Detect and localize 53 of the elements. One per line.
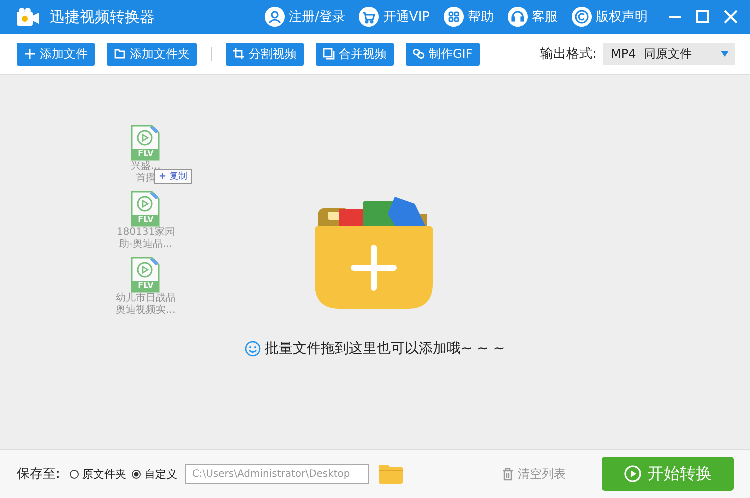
toolbar-button[interactable]: 制作GIF	[406, 42, 480, 66]
format-dropdown[interactable]: MP4 同原文件	[603, 43, 735, 65]
header-link[interactable]: 客服	[508, 7, 558, 27]
file-name: 助-奥迪品...	[119, 239, 173, 251]
radio-label: 原文件夹	[82, 466, 126, 482]
file-type-label: FLV	[138, 215, 154, 224]
toolbar-button[interactable]: 合并视频	[316, 42, 394, 66]
dropdown-arrow-icon	[721, 51, 729, 57]
output-format-label: 输出格式:	[540, 46, 597, 63]
grid-icon	[444, 7, 464, 27]
toolbar-button[interactable]: 添加文件	[17, 42, 95, 66]
start-convert-button[interactable]: 开始转换	[602, 457, 734, 491]
radio-option[interactable]: 原文件夹	[70, 466, 126, 482]
play-icon	[624, 465, 642, 483]
maximize-icon[interactable]	[696, 10, 710, 24]
cart-icon	[359, 7, 380, 27]
file-name: 奥迪视频实...	[116, 305, 176, 317]
trash-icon	[502, 468, 514, 480]
folder-icon	[114, 48, 126, 60]
crop-icon	[233, 48, 245, 60]
header-link[interactable]: 帮助	[444, 7, 494, 27]
video-file-icon	[130, 191, 162, 227]
file-type-label: FLV	[138, 149, 154, 158]
radio-button[interactable]	[70, 470, 80, 478]
clear-list-button[interactable]: 清空列表	[502, 466, 566, 482]
toolbar-button[interactable]: 添加文件夹	[107, 42, 197, 66]
radio-label: 自定义	[144, 466, 178, 482]
headset-icon	[508, 7, 528, 27]
video-file-icon	[130, 257, 162, 293]
link-icon	[413, 48, 425, 60]
toolbar-button[interactable]: 分割视频	[226, 42, 304, 66]
close-icon[interactable]	[724, 10, 738, 24]
path-field[interactable]: C:\Users\Administrator\Desktop	[185, 464, 370, 484]
header-link[interactable]: 注册/登录	[265, 7, 346, 27]
header-link[interactable]: 版权声明	[572, 7, 648, 27]
header-link[interactable]: 开通VIP	[359, 7, 430, 27]
window-title: 迅捷视频转换器	[50, 8, 155, 26]
file-type-label: FLV	[138, 281, 154, 290]
plus-icon	[24, 48, 36, 60]
app-logo-icon	[16, 7, 40, 27]
radio-button[interactable]	[132, 470, 142, 478]
file-name: 幼儿市日战品	[116, 293, 176, 304]
smiley-icon	[244, 341, 261, 357]
file-name: 180131家园	[116, 227, 176, 238]
video-file-icon	[130, 125, 162, 161]
drop-hint: 批量文件拖到这里也可以添加哦~ ~ ~	[264, 340, 506, 358]
merge-icon	[323, 48, 335, 60]
user-icon	[265, 7, 286, 27]
copy-tooltip: + 复制	[154, 169, 192, 184]
radio-option[interactable]: 自定义	[132, 466, 178, 482]
folder-icon[interactable]	[379, 464, 404, 484]
save-to-label: 保存至:	[17, 466, 60, 483]
copyright-icon	[572, 7, 592, 27]
